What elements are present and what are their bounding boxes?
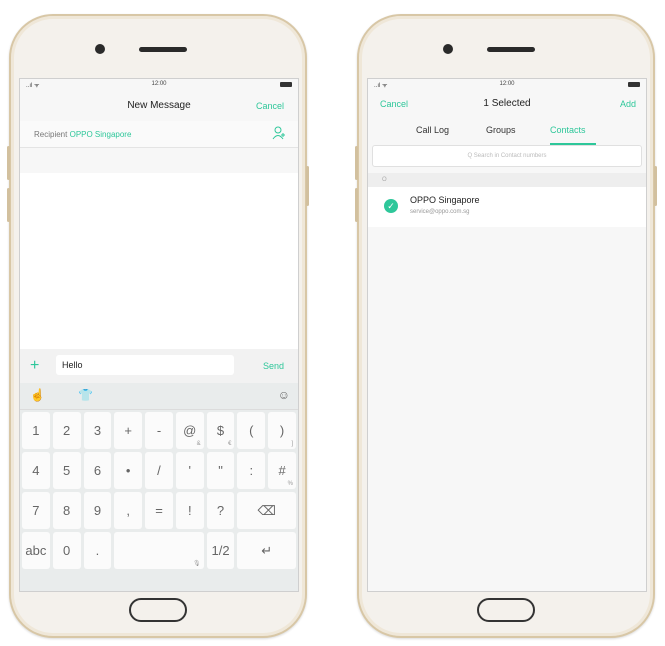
add-button[interactable]: Add <box>620 99 636 109</box>
hand-icon[interactable]: ☝ <box>30 388 45 402</box>
power-button <box>306 166 309 206</box>
send-button[interactable]: Send <box>263 361 284 371</box>
key-6[interactable]: 6 <box>83 452 112 489</box>
key-↵[interactable]: ↵ <box>237 532 296 569</box>
phone-right: ..ıl ᯤ 12:00 Cancel 1 Selected Add Call … <box>355 14 657 638</box>
status-bar: ..ıl ᯤ 12:00 <box>368 79 646 91</box>
recipient-line: Recipient OPPO Singapore <box>34 130 131 139</box>
shirt-icon[interactable]: 👕 <box>78 388 93 402</box>
battery-icon <box>628 82 640 87</box>
key-1[interactable]: 1 <box>22 412 50 449</box>
key-$[interactable]: $ € <box>206 412 235 449</box>
key-•[interactable]: • <box>114 452 143 489</box>
checkmark-icon[interactable]: ✓ <box>384 199 398 213</box>
contact-email: service@oppo.com.sg <box>410 209 470 215</box>
keyboard-toolbar: ☝ 👕 ☺ <box>20 383 298 410</box>
tab-bar: Call Log Groups Contacts <box>368 117 646 145</box>
key-1/2[interactable]: 1/2 <box>206 532 235 569</box>
search-input[interactable]: Q Search in Contact numbers <box>372 145 642 167</box>
key-3[interactable]: 3 <box>83 412 112 449</box>
key-8[interactable]: 8 <box>52 492 81 529</box>
speaker-grille <box>139 47 187 52</box>
key-/[interactable]: / <box>145 452 173 489</box>
key-?[interactable]: ? <box>206 492 235 529</box>
key-9[interactable]: 9 <box>83 492 112 529</box>
battery-icon <box>280 82 292 87</box>
key-5[interactable]: 5 <box>52 452 81 489</box>
status-time: 12:00 <box>151 81 167 87</box>
attach-plus-icon[interactable]: + <box>30 357 39 375</box>
section-header: O <box>368 173 646 187</box>
nav-bar: New Message Cancel <box>20 91 298 121</box>
compose-bar: + Hello Send <box>20 349 298 383</box>
volume-button <box>355 146 358 180</box>
key-⌫[interactable]: ⌫ <box>237 492 296 529</box>
emoji-icon[interactable]: ☺ <box>278 388 290 402</box>
key-+[interactable]: + <box>114 412 143 449</box>
selection-count: 1 Selected <box>483 98 531 109</box>
screen-select-contacts: ..ıl ᯤ 12:00 Cancel 1 Selected Add Call … <box>367 78 647 592</box>
nav-bar: Cancel 1 Selected Add <box>368 91 646 117</box>
key-,[interactable]: , <box>114 492 143 529</box>
key-4[interactable]: 4 <box>22 452 50 489</box>
camera-icon <box>95 44 105 54</box>
tab-groups[interactable]: Groups <box>486 125 516 135</box>
status-bar: ..ıl ᯤ 12:00 <box>20 79 298 91</box>
key-0[interactable]: 0 <box>52 532 81 569</box>
recipient-name[interactable]: OPPO Singapore <box>70 130 132 139</box>
key-:[interactable]: : <box>237 452 266 489</box>
camera-icon <box>443 44 453 54</box>
recipient-label: Recipient <box>34 130 68 139</box>
message-input[interactable]: Hello <box>56 355 234 375</box>
keyboard: ☝ 👕 ☺ 1 2 3 + - @ & $ €()] 4 5 6 • / ' ": #% 7 8 9, =!? ⌫ abc 0… <box>20 383 298 591</box>
key-2[interactable]: 2 <box>52 412 81 449</box>
key-@[interactable]: @ & <box>175 412 204 449</box>
contact-name: OPPO Singapore <box>410 195 480 205</box>
tab-call-log[interactable]: Call Log <box>416 125 449 135</box>
key-![interactable]: ! <box>175 492 204 529</box>
add-contact-icon[interactable] <box>272 126 286 140</box>
key-=[interactable]: = <box>145 492 173 529</box>
volume-button <box>7 188 10 222</box>
screen-new-message: ..ıl ᯤ 12:00 New Message Cancel Recipien… <box>19 78 299 592</box>
key--[interactable]: - <box>145 412 173 449</box>
message-thread <box>20 173 298 349</box>
key-"[interactable]: " <box>206 452 235 489</box>
key-abc[interactable]: abc <box>22 532 50 569</box>
cancel-button[interactable]: Cancel <box>256 101 284 111</box>
key-7[interactable]: 7 <box>22 492 50 529</box>
key-.[interactable]: . <box>83 532 112 569</box>
key-)[interactable]: )] <box>268 412 296 449</box>
phone-left: ..ıl ᯤ 12:00 New Message Cancel Recipien… <box>7 14 309 638</box>
power-button <box>654 166 657 206</box>
volume-button <box>355 188 358 222</box>
speaker-grille <box>487 47 535 52</box>
status-time: 12:00 <box>499 81 515 87</box>
key-space[interactable]: 🎙 <box>114 532 204 569</box>
home-button[interactable] <box>129 598 187 622</box>
key-#[interactable]: #% <box>268 452 296 489</box>
key-'[interactable]: ' <box>175 452 204 489</box>
tab-contacts[interactable]: Contacts <box>550 125 586 135</box>
contact-row[interactable]: ✓ OPPO Singapore service@oppo.com.sg <box>368 187 646 227</box>
recipient-field[interactable]: Recipient OPPO Singapore <box>20 121 298 148</box>
volume-button <box>7 146 10 180</box>
key-([interactable]: ( <box>237 412 266 449</box>
active-tab-indicator <box>550 143 596 145</box>
home-button[interactable] <box>477 598 535 622</box>
